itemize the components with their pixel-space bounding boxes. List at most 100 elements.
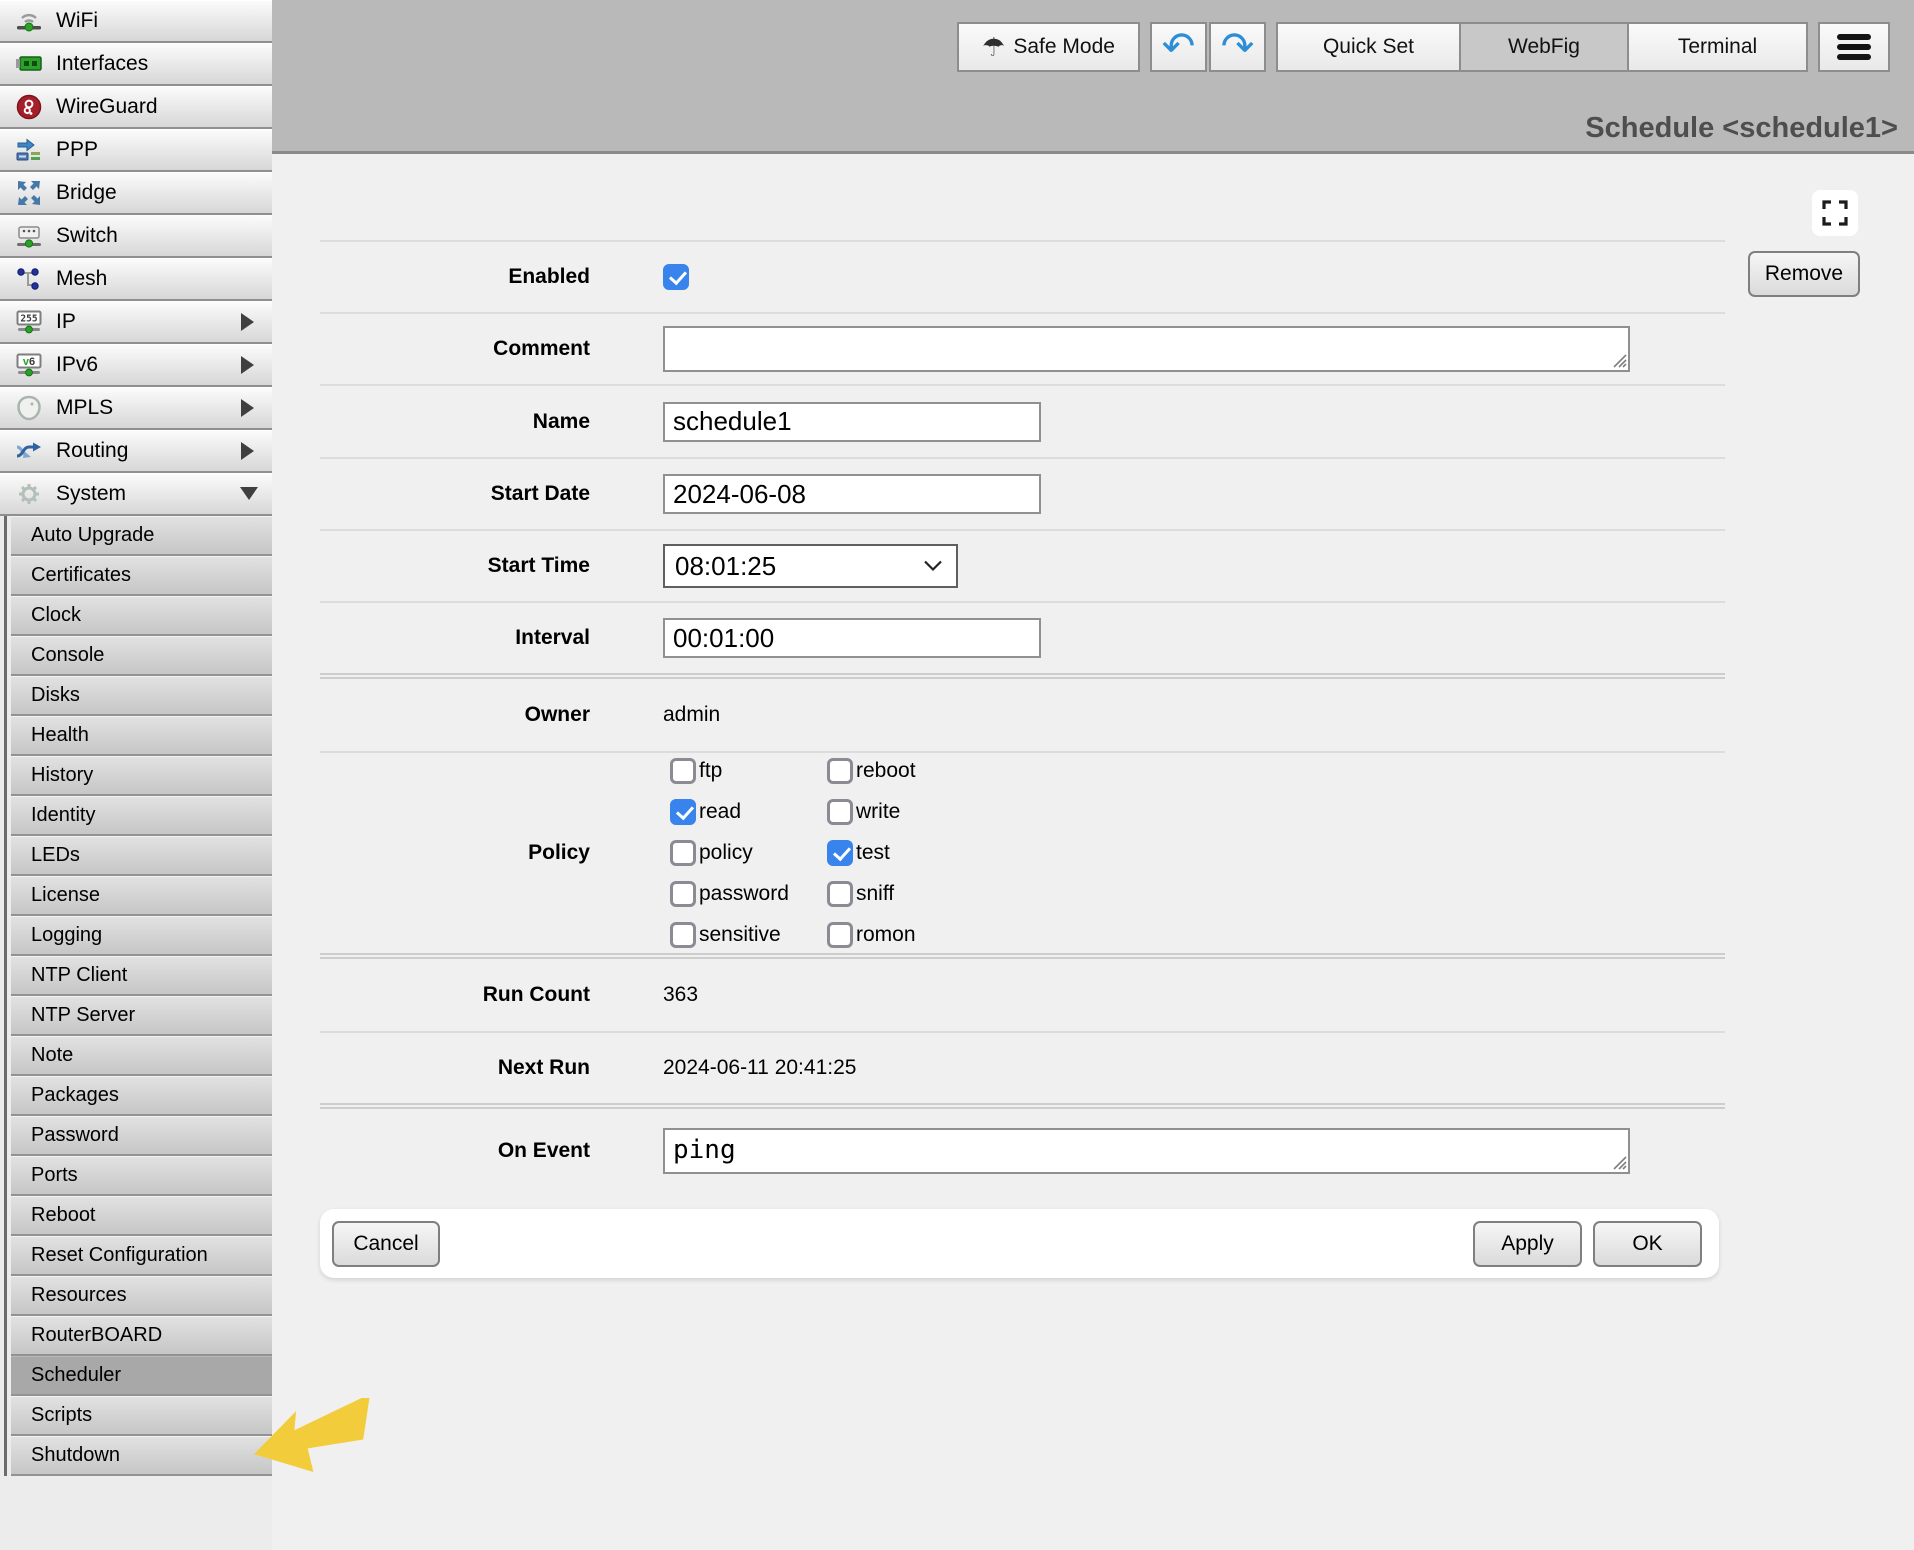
comment-row: Comment: [320, 314, 1725, 384]
policy-row: Policy ftp read policy password sensitiv…: [320, 753, 1725, 953]
sidebar-item-license[interactable]: License: [11, 876, 272, 916]
sidebar-item-packages[interactable]: Packages: [11, 1076, 272, 1116]
checkbox-icon[interactable]: [827, 922, 853, 948]
sidebar-item-history[interactable]: History: [11, 756, 272, 796]
sidebar-item-bridge[interactable]: Bridge: [0, 172, 272, 215]
sidebar-item-scheduler[interactable]: Scheduler: [11, 1356, 272, 1396]
remove-button[interactable]: Remove: [1748, 251, 1860, 297]
checkbox-icon[interactable]: [827, 840, 853, 866]
sidebar-item-scripts[interactable]: Scripts: [11, 1396, 272, 1436]
policy-checkbox-read[interactable]: read: [670, 799, 827, 825]
fullscreen-button[interactable]: [1812, 190, 1858, 236]
policy-checkbox-sensitive[interactable]: sensitive: [670, 922, 827, 948]
sidebar-item-logging[interactable]: Logging: [11, 916, 272, 956]
sidebar-item-health[interactable]: Health: [11, 716, 272, 756]
sidebar-item-interfaces[interactable]: Interfaces: [0, 43, 272, 86]
policy-column-1: ftp read policy password sensitive: [670, 758, 827, 948]
sidebar-item-clock[interactable]: Clock: [11, 596, 272, 636]
checkbox-icon[interactable]: [670, 881, 696, 907]
enabled-label: Enabled: [320, 265, 590, 289]
checkbox-icon[interactable]: [827, 799, 853, 825]
sidebar-item-ntp-server[interactable]: NTP Server: [11, 996, 272, 1036]
redo-button[interactable]: ↷: [1209, 22, 1266, 72]
ok-button[interactable]: OK: [1593, 1221, 1702, 1267]
sidebar-item-ports[interactable]: Ports: [11, 1156, 272, 1196]
tab-webfig[interactable]: WebFig: [1459, 22, 1629, 72]
sidebar-item-reset-configuration[interactable]: Reset Configuration: [11, 1236, 272, 1276]
sidebar-item-certificates[interactable]: Certificates: [11, 556, 272, 596]
sidebar-item-leds[interactable]: LEDs: [11, 836, 272, 876]
sidebar-item-mesh[interactable]: Mesh: [0, 258, 272, 301]
hamburger-menu-button[interactable]: [1818, 22, 1890, 72]
policy-checkbox-ftp[interactable]: ftp: [670, 758, 827, 784]
policy-checkbox-sniff[interactable]: sniff: [827, 881, 984, 907]
policy-checkbox-test[interactable]: test: [827, 840, 984, 866]
tab-terminal[interactable]: Terminal: [1627, 22, 1808, 72]
policy-checkbox-reboot[interactable]: reboot: [827, 758, 984, 784]
run-count-row: Run Count 363: [320, 959, 1725, 1031]
undo-redo-group: ↶ ↷: [1150, 22, 1266, 72]
start-date-row: Start Date: [320, 459, 1725, 529]
sidebar-item-wireguard[interactable]: WireGuard: [0, 86, 272, 129]
sidebar-item-ipv6[interactable]: v6 IPv6: [0, 344, 272, 387]
comment-input[interactable]: [663, 326, 1630, 372]
sidebar-item-routing[interactable]: Routing: [0, 430, 272, 473]
view-switcher: Quick Set WebFig Terminal: [1276, 22, 1808, 72]
sidebar-item-wifi[interactable]: WiFi: [0, 0, 272, 43]
next-run-value: 2024-06-11 20:41:25: [663, 1056, 856, 1080]
sidebar-item-system[interactable]: System: [0, 473, 272, 516]
mesh-icon: [12, 264, 46, 294]
apply-button[interactable]: Apply: [1473, 1221, 1582, 1267]
checkbox-icon[interactable]: [827, 881, 853, 907]
sidebar-item-shutdown[interactable]: Shutdown: [11, 1436, 272, 1476]
policy-checkbox-write[interactable]: write: [827, 799, 984, 825]
enabled-checkbox[interactable]: [663, 264, 689, 290]
name-input[interactable]: [663, 402, 1041, 442]
sidebar-item-reboot[interactable]: Reboot: [11, 1196, 272, 1236]
sidebar-item-ntp-client[interactable]: NTP Client: [11, 956, 272, 996]
switch-icon: [12, 221, 46, 251]
safe-mode-button[interactable]: ☂ Safe Mode: [957, 22, 1140, 72]
interval-input[interactable]: [663, 618, 1041, 658]
owner-row: Owner admin: [320, 679, 1725, 751]
policy-checkbox-policy[interactable]: policy: [670, 840, 827, 866]
sidebar-item-resources[interactable]: Resources: [11, 1276, 272, 1316]
sidebar-item-label: Switch: [56, 224, 118, 248]
system-submenu: Auto Upgrade Certificates Clock Console …: [4, 516, 272, 1476]
schedule-form: Enabled Comment Name Start Date Start: [320, 240, 1725, 1193]
comment-label: Comment: [320, 337, 590, 361]
sidebar-item-auto-upgrade[interactable]: Auto Upgrade: [11, 516, 272, 556]
tab-quick-set[interactable]: Quick Set: [1276, 22, 1461, 72]
checkbox-icon[interactable]: [670, 799, 696, 825]
routing-icon: [12, 436, 46, 466]
start-time-value: 08:01:25: [675, 551, 776, 582]
sidebar-item-label: Bridge: [56, 181, 117, 205]
on-event-input[interactable]: ping: [663, 1128, 1630, 1174]
start-date-input[interactable]: [663, 474, 1041, 514]
sidebar-item-ip[interactable]: 255 IP: [0, 301, 272, 344]
start-time-select[interactable]: 08:01:25: [663, 544, 958, 588]
checkbox-icon[interactable]: [670, 922, 696, 948]
sidebar-item-password[interactable]: Password: [11, 1116, 272, 1156]
sidebar-item-label: MPLS: [56, 396, 113, 420]
policy-checkbox-romon[interactable]: romon: [827, 922, 984, 948]
sidebar-item-ppp[interactable]: PPP: [0, 129, 272, 172]
sidebar-item-identity[interactable]: Identity: [11, 796, 272, 836]
sidebar-item-label: Routing: [56, 439, 128, 463]
redo-icon: ↷: [1221, 27, 1255, 67]
sidebar-item-disks[interactable]: Disks: [11, 676, 272, 716]
sidebar-item-mpls[interactable]: MPLS: [0, 387, 272, 430]
cancel-button[interactable]: Cancel: [332, 1221, 440, 1267]
sidebar-item-console[interactable]: Console: [11, 636, 272, 676]
sidebar-item-label: WiFi: [56, 9, 98, 33]
policy-checkbox-password[interactable]: password: [670, 881, 827, 907]
sidebar-item-routerboard[interactable]: RouterBOARD: [11, 1316, 272, 1356]
checkbox-icon[interactable]: [670, 840, 696, 866]
bridge-icon: [12, 178, 46, 208]
sidebar-item-switch[interactable]: Switch: [0, 215, 272, 258]
sidebar-item-note[interactable]: Note: [11, 1036, 272, 1076]
undo-button[interactable]: ↶: [1150, 22, 1207, 72]
checkbox-icon[interactable]: [670, 758, 696, 784]
system-gear-icon: [12, 479, 46, 509]
checkbox-icon[interactable]: [827, 758, 853, 784]
